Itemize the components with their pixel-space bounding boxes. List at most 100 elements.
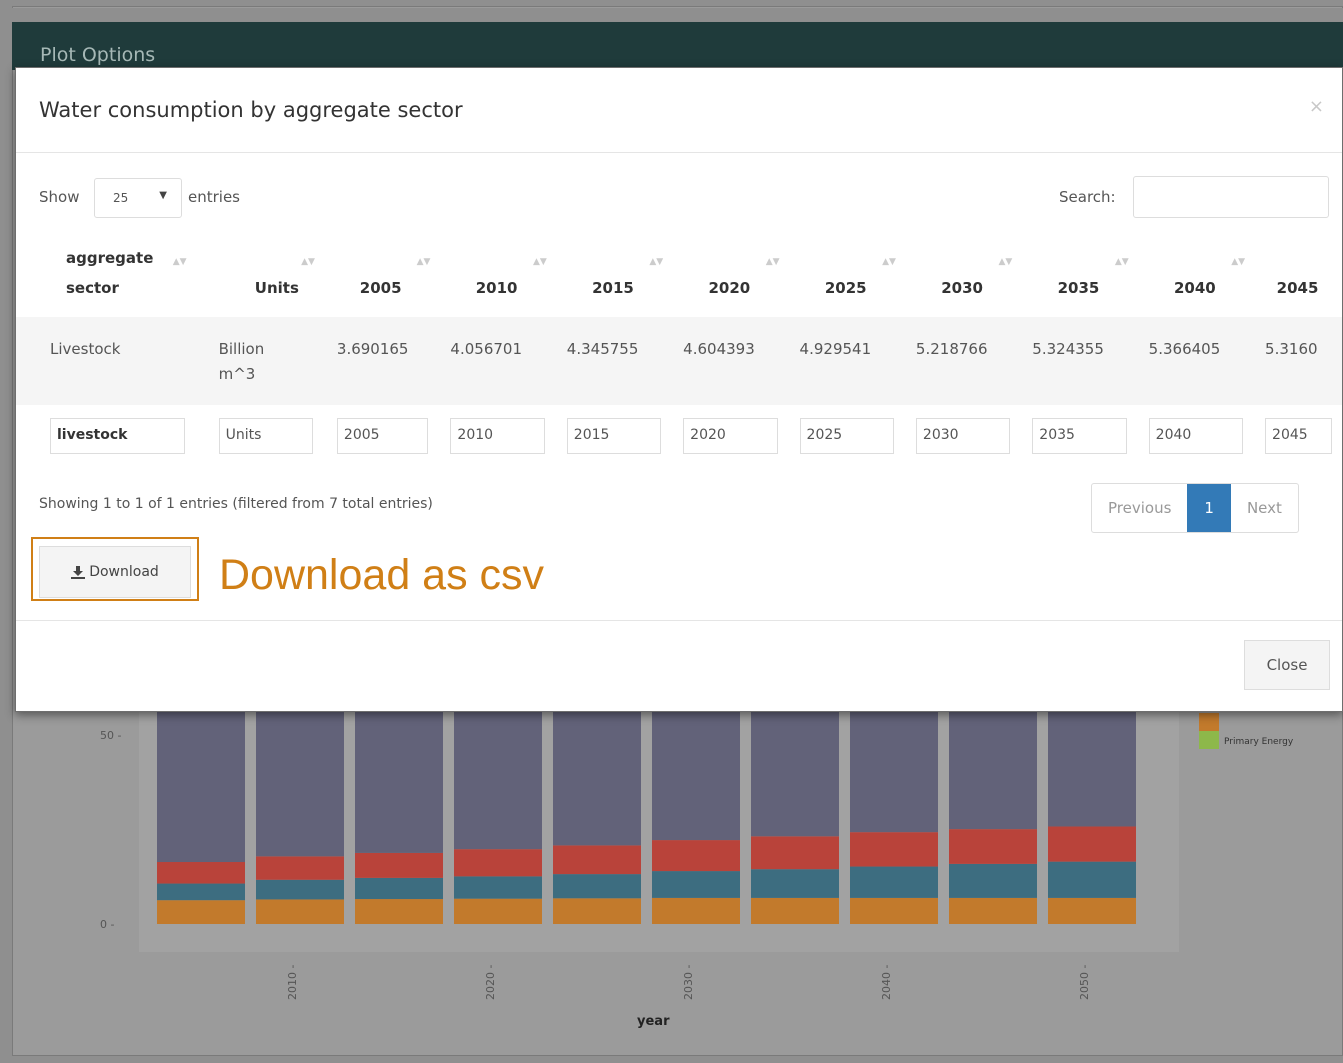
filter-input-2040[interactable]: 2040 [1148, 418, 1244, 454]
download-callout: Download as csv [219, 551, 545, 599]
sort-icon: ▲▼ [882, 257, 896, 267]
bar-segment [157, 900, 245, 924]
column-header[interactable]: 2010 ▲▼ [438, 243, 554, 317]
bar-segment [652, 840, 740, 872]
filter-input-units[interactable]: Units [218, 418, 313, 454]
sort-icon: ▲▼ [172, 257, 187, 267]
bar-segment [751, 700, 839, 837]
y-tick-label: 0 - [100, 918, 114, 931]
filter-input-2015[interactable]: 2015 [566, 418, 662, 454]
filter-input-2035[interactable]: 2035 [1032, 418, 1127, 454]
table-cell: 4.345755 [566, 340, 639, 358]
search-label: Search: [1059, 188, 1116, 206]
bar-segment [553, 874, 641, 899]
bar-segment [949, 829, 1037, 864]
x-axis-label: year [637, 1014, 670, 1029]
column-header[interactable]: 2035 ▲▼ [1020, 243, 1136, 317]
pagination: Previous 1 Next [1091, 483, 1299, 533]
bar-segment [256, 879, 344, 900]
legend: Primary Energy [1199, 713, 1294, 749]
previous-page-button[interactable]: Previous [1092, 484, 1187, 532]
filter-input-aggregate-sector[interactable]: livestock [50, 418, 185, 454]
close-icon[interactable]: × [1309, 96, 1324, 117]
bar-segment [157, 862, 245, 884]
bar-segment [256, 856, 344, 880]
data-table: aggregate sector ▲▼ Units ▲▼ 2005 ▲▼ 2010 ▲▼… [16, 243, 1342, 467]
column-header[interactable]: 2015 ▲▼ [555, 243, 671, 317]
x-tick-label: 2010 - [286, 965, 299, 1000]
plot-options-header[interactable]: Plot Options [12, 8, 1343, 70]
bar-segment [1048, 700, 1136, 827]
header-row: aggregate sector ▲▼ Units ▲▼ 2005 ▲▼ 2010 ▲▼… [16, 243, 1342, 317]
bar-segment [553, 700, 641, 846]
page-1-button[interactable]: 1 [1187, 484, 1231, 532]
filter-input-2030[interactable]: 2030 [915, 418, 1011, 454]
bar-segment [256, 899, 344, 924]
legend-label: Primary Energy [1224, 737, 1294, 747]
column-header[interactable]: 2040 ▲▼ [1137, 243, 1253, 317]
bar-segment [751, 836, 839, 870]
bar-segment [1048, 897, 1136, 924]
legend-swatch [1199, 731, 1219, 749]
bar-segment [454, 876, 542, 899]
bar-segment [850, 832, 938, 867]
sort-icon: ▲▼ [765, 257, 780, 267]
bar-segment [355, 877, 443, 900]
filter-input-2020[interactable]: 2020 [683, 418, 778, 454]
sort-icon: ▲▼ [416, 257, 431, 267]
download-icon [71, 565, 86, 579]
sort-icon: ▲▼ [649, 257, 664, 267]
search-input[interactable] [1133, 176, 1329, 218]
bar-segment [553, 845, 641, 875]
table-cell: Billion m^3 [218, 340, 265, 383]
page-length-select[interactable]: 25 ▼ [94, 178, 182, 218]
bar-segment [751, 869, 839, 898]
footer-divider [16, 620, 1342, 621]
entries-label: entries [188, 188, 240, 206]
bar-segment [157, 700, 245, 863]
close-button[interactable]: Close [1244, 640, 1330, 690]
column-header[interactable]: 2020 ▲▼ [671, 243, 787, 317]
filter-input-2025[interactable]: 2025 [799, 418, 894, 454]
x-tick-label: 2040 - [880, 965, 893, 1000]
chevron-down-icon: ▼ [159, 190, 167, 201]
x-tick-label: 2030 - [682, 965, 695, 1000]
bar-segment [949, 700, 1037, 830]
x-tick-label: 2050 - [1078, 965, 1091, 1000]
column-header[interactable]: 2030 ▲▼ [904, 243, 1020, 317]
bar-segment [1048, 826, 1136, 862]
column-header[interactable]: 2045 [1253, 243, 1342, 317]
table-cell: Livestock [50, 340, 121, 358]
x-tick-label: 2020 - [484, 965, 497, 1000]
download-label: Download [89, 564, 159, 580]
filter-input-2005[interactable]: 2005 [336, 418, 429, 454]
filter-row: livestock Units 2005 2010 2015 2020 2025… [16, 405, 1342, 467]
table-cell: 3.690165 [336, 340, 409, 358]
next-page-button[interactable]: Next [1231, 484, 1298, 532]
bar-segment [553, 898, 641, 924]
table-cell: 5.324355 [1032, 340, 1104, 358]
table-cell: 5.218766 [915, 340, 988, 358]
y-tick-label: 50 - [100, 729, 121, 742]
data-table-modal: Water consumption by aggregate sector × … [15, 67, 1343, 712]
sort-icon: ▲▼ [998, 257, 1013, 267]
bar-segment [652, 871, 740, 898]
column-header[interactable]: aggregate sector ▲▼ [16, 243, 195, 317]
filter-input-2045[interactable]: 2045 [1265, 418, 1332, 454]
filter-input-2010[interactable]: 2010 [450, 418, 545, 454]
bar-segment [1048, 861, 1136, 898]
column-header[interactable]: Units ▲▼ [195, 243, 323, 317]
stacked-bar-chart: 0 - 50 - 2010 - 2020 - 2030 - 2040 - 2050 - y… [100, 700, 1294, 1029]
bar-segment [355, 700, 443, 853]
sort-icon: ▲▼ [1114, 257, 1129, 267]
bar-segment [355, 852, 443, 878]
modal-title: Water consumption by aggregate sector [39, 98, 463, 122]
column-header[interactable]: 2025 ▲▼ [788, 243, 904, 317]
y-ticks: 0 - 50 - [100, 729, 121, 931]
bar-segment [652, 897, 740, 924]
download-button[interactable]: Download [39, 546, 191, 598]
column-header[interactable]: 2005 ▲▼ [323, 243, 439, 317]
bar-segment [949, 897, 1037, 924]
bar-segment [652, 700, 740, 841]
sort-icon: ▲▼ [532, 257, 547, 267]
